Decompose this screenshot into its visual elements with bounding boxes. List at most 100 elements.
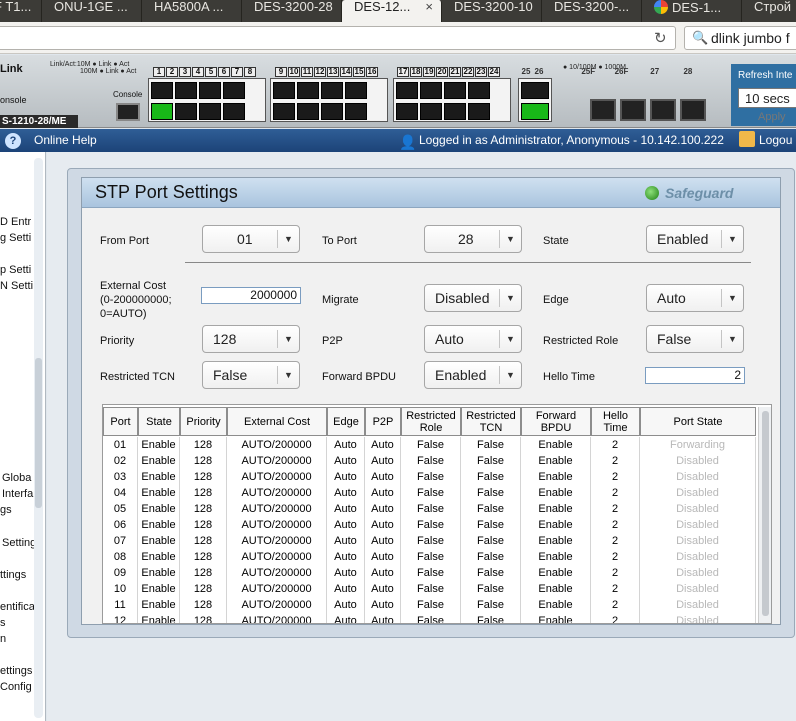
from-port-select[interactable]: 01 ▼ [202, 225, 300, 253]
reload-icon[interactable]: ↻ [654, 29, 667, 47]
tree-item[interactable]: Config [0, 681, 32, 693]
port-active[interactable] [521, 102, 549, 120]
browser-tab[interactable]: ONU-1GE ... [42, 0, 142, 22]
scrollbar-thumb[interactable] [762, 411, 769, 616]
label-line: (0-200000000; [100, 294, 172, 306]
tree-item[interactable]: ttings [0, 569, 26, 581]
browser-tab-active[interactable]: DES-12... × [342, 0, 442, 22]
browser-tab[interactable]: DES-3200-10 [442, 0, 542, 22]
port[interactable] [345, 102, 367, 120]
port[interactable] [273, 102, 295, 120]
state-label: State [543, 235, 569, 247]
column-header: Edge [327, 407, 365, 436]
tree-scrollbar[interactable] [34, 158, 43, 718]
tree-item[interactable]: Interfa [2, 488, 33, 500]
port[interactable] [396, 82, 418, 99]
tree-item[interactable]: g Setti [0, 232, 31, 244]
port[interactable] [345, 82, 367, 99]
port[interactable] [175, 102, 197, 120]
scrollbar-thumb[interactable] [35, 358, 42, 508]
migrate-select[interactable]: Disabled ▼ [424, 284, 522, 312]
table-cell: Auto [365, 453, 401, 469]
port[interactable] [175, 82, 197, 99]
port[interactable] [420, 82, 442, 99]
logout-button[interactable]: Logou [739, 129, 792, 152]
restricted-tcn-select[interactable]: False ▼ [202, 361, 300, 389]
tree-item[interactable]: s [0, 617, 6, 629]
table-scrollbar[interactable] [758, 407, 771, 623]
table-cell: Enable [138, 469, 180, 485]
port[interactable] [297, 82, 319, 99]
tree-item[interactable]: D Entr [0, 216, 31, 228]
state-select[interactable]: Enabled ▼ [646, 225, 744, 253]
table-cell: False [401, 517, 461, 533]
port[interactable] [521, 82, 549, 99]
port[interactable] [297, 102, 319, 120]
browser-tab[interactable]: HA5800A ... [142, 0, 242, 22]
search-input[interactable]: 🔍 dlink jumbo f [684, 26, 796, 50]
port[interactable] [321, 102, 343, 120]
refresh-interval-select[interactable]: 10 secs [738, 88, 796, 108]
hello-time-input[interactable]: 2 [645, 367, 745, 384]
tree-item[interactable]: N Setti [0, 280, 33, 292]
port[interactable] [468, 82, 490, 99]
tree-item[interactable]: Setting [2, 537, 36, 549]
port-active[interactable] [151, 102, 173, 120]
to-port-select[interactable]: 28 ▼ [424, 225, 522, 253]
table-cell: 02 [103, 453, 138, 469]
table-cell: False [461, 613, 521, 623]
sfp-port[interactable] [590, 99, 616, 121]
priority-select[interactable]: 128 ▼ [202, 325, 300, 353]
port[interactable] [396, 102, 418, 120]
url-input[interactable] [0, 26, 676, 50]
port[interactable] [468, 102, 490, 120]
port[interactable] [273, 82, 295, 99]
chevron-down-icon: ▼ [721, 330, 743, 348]
tree-item[interactable]: ettings [0, 665, 32, 677]
browser-tab[interactable]: Строй [742, 0, 796, 22]
port[interactable] [199, 82, 221, 99]
port[interactable] [151, 82, 173, 99]
console-port[interactable] [116, 103, 140, 121]
panel-titlebar: STP Port Settings Safeguard [82, 178, 780, 208]
tree-item[interactable]: gs [0, 504, 12, 516]
help-icon[interactable]: ? [5, 133, 21, 149]
port[interactable] [444, 82, 466, 99]
apply-button[interactable]: Apply [758, 111, 796, 123]
tree-item[interactable]: entifica [0, 601, 35, 613]
sfp-port[interactable] [650, 99, 676, 121]
edge-select[interactable]: Auto ▼ [646, 284, 744, 312]
close-icon[interactable]: × [425, 0, 433, 14]
browser-tab[interactable]: DES-1... [642, 0, 742, 22]
table-cell: AUTO/200000 [227, 501, 327, 517]
table-cell: Disabled [640, 485, 756, 501]
external-cost-input[interactable]: 2000000 [201, 287, 301, 304]
sfp-port[interactable] [680, 99, 706, 121]
tree-item[interactable]: p Setti [0, 264, 31, 276]
port[interactable] [223, 102, 245, 120]
port[interactable] [199, 102, 221, 120]
browser-tab[interactable]: DES-3200-... [542, 0, 642, 22]
table-cell: Disabled [640, 581, 756, 597]
table-cell: 2 [591, 437, 640, 453]
table-cell: 2 [591, 517, 640, 533]
tree-item[interactable]: Globa [2, 472, 31, 484]
column-header: State [138, 407, 180, 436]
p2p-select[interactable]: Auto ▼ [424, 325, 522, 353]
tree-item[interactable]: n [0, 633, 6, 645]
forward-bpdu-select[interactable]: Enabled ▼ [424, 361, 522, 389]
port[interactable] [223, 82, 245, 99]
port[interactable] [444, 102, 466, 120]
online-help-link[interactable]: Online Help [34, 129, 97, 152]
port-group-1-8 [148, 78, 266, 122]
browser-tab[interactable]: F T1... [0, 0, 42, 22]
port[interactable] [321, 82, 343, 99]
browser-tab[interactable]: DES-3200-28 [242, 0, 342, 22]
restricted-role-select[interactable]: False ▼ [646, 325, 744, 353]
sfp-port[interactable] [620, 99, 646, 121]
migrate-label: Migrate [322, 294, 359, 306]
port[interactable] [420, 102, 442, 120]
divider [185, 262, 751, 263]
table-cell: AUTO/200000 [227, 453, 327, 469]
table-cell: False [401, 453, 461, 469]
